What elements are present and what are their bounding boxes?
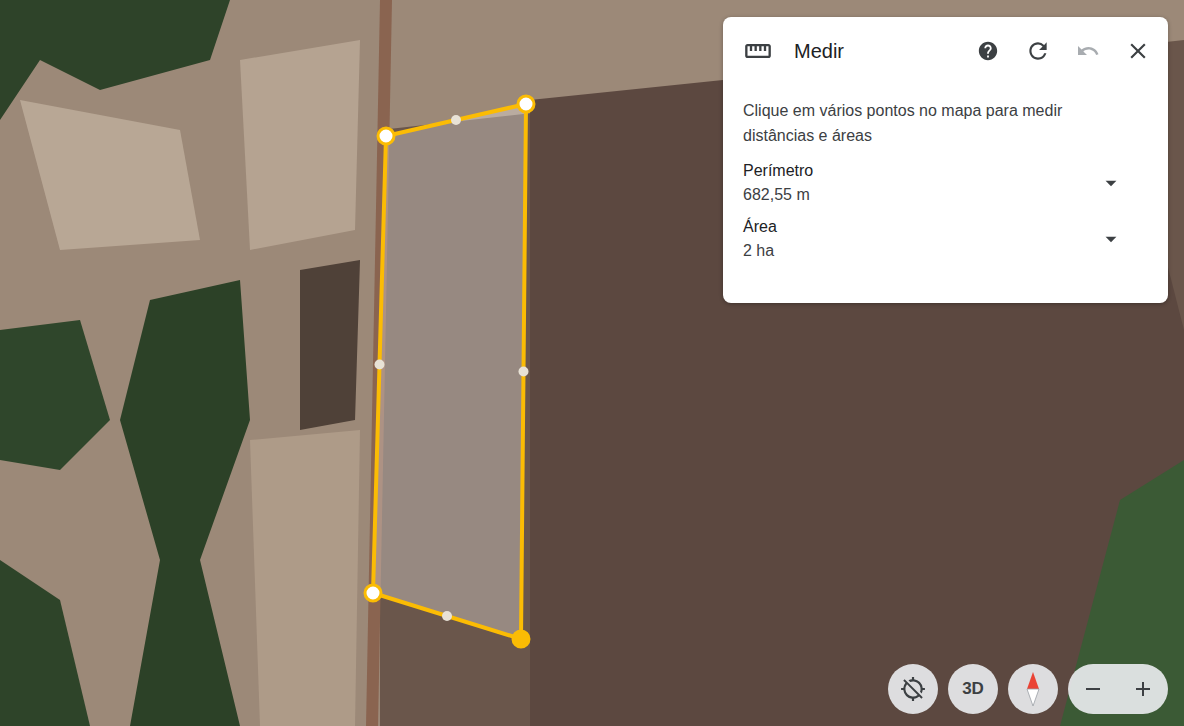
panel-title: Medir (794, 40, 968, 63)
location-button[interactable] (888, 664, 938, 714)
measurement-label: Perímetro (743, 162, 1098, 180)
vertex-handle[interactable] (365, 585, 381, 601)
measurement-value: 2 ha (743, 242, 1098, 260)
dropdown-arrow-icon[interactable] (1098, 226, 1124, 252)
help-icon (977, 40, 999, 62)
plus-icon (1131, 677, 1155, 701)
close-icon (1125, 38, 1151, 64)
edge-midpoint[interactable] (375, 360, 385, 370)
refresh-icon (1025, 38, 1051, 64)
vertex-handle[interactable] (518, 96, 534, 112)
dropdown-arrow-icon[interactable] (1098, 170, 1124, 196)
map-view[interactable]: Medir Clique em vários pontos no mapa par… (0, 0, 1184, 726)
vertex-handle[interactable] (513, 631, 529, 647)
edge-midpoint[interactable] (451, 115, 461, 125)
ruler-icon (744, 37, 772, 65)
vertex-handle[interactable] (378, 128, 394, 144)
close-button[interactable] (1118, 31, 1158, 71)
measurement-row[interactable]: Área 2 ha (723, 218, 1168, 260)
measurement-label: Área (743, 218, 1098, 236)
undo-icon (1076, 39, 1100, 63)
minus-icon (1081, 677, 1105, 701)
zoom-control (1068, 664, 1168, 714)
measure-panel: Medir Clique em vários pontos no mapa par… (723, 17, 1168, 303)
panel-header: Medir (723, 17, 1168, 71)
measurement-value: 682,55 m (743, 186, 1098, 204)
zoom-in-button[interactable] (1118, 664, 1168, 714)
compass-button[interactable] (1008, 664, 1058, 714)
edge-midpoint[interactable] (519, 367, 529, 377)
undo-button (1068, 31, 1108, 71)
reset-button[interactable] (1018, 31, 1058, 71)
view-mode-button[interactable]: 3D (948, 664, 998, 714)
edge-midpoint[interactable] (442, 611, 452, 621)
zoom-out-button[interactable] (1068, 664, 1118, 714)
map-controls: 3D (888, 664, 1168, 714)
help-text: Clique em vários pontos no mapa para med… (743, 98, 1128, 148)
panel-actions (968, 31, 1158, 71)
help-button[interactable] (968, 31, 1008, 71)
measurement-row[interactable]: Perímetro 682,55 m (723, 162, 1168, 204)
compass-icon (1026, 672, 1040, 706)
location-off-icon (900, 676, 926, 702)
